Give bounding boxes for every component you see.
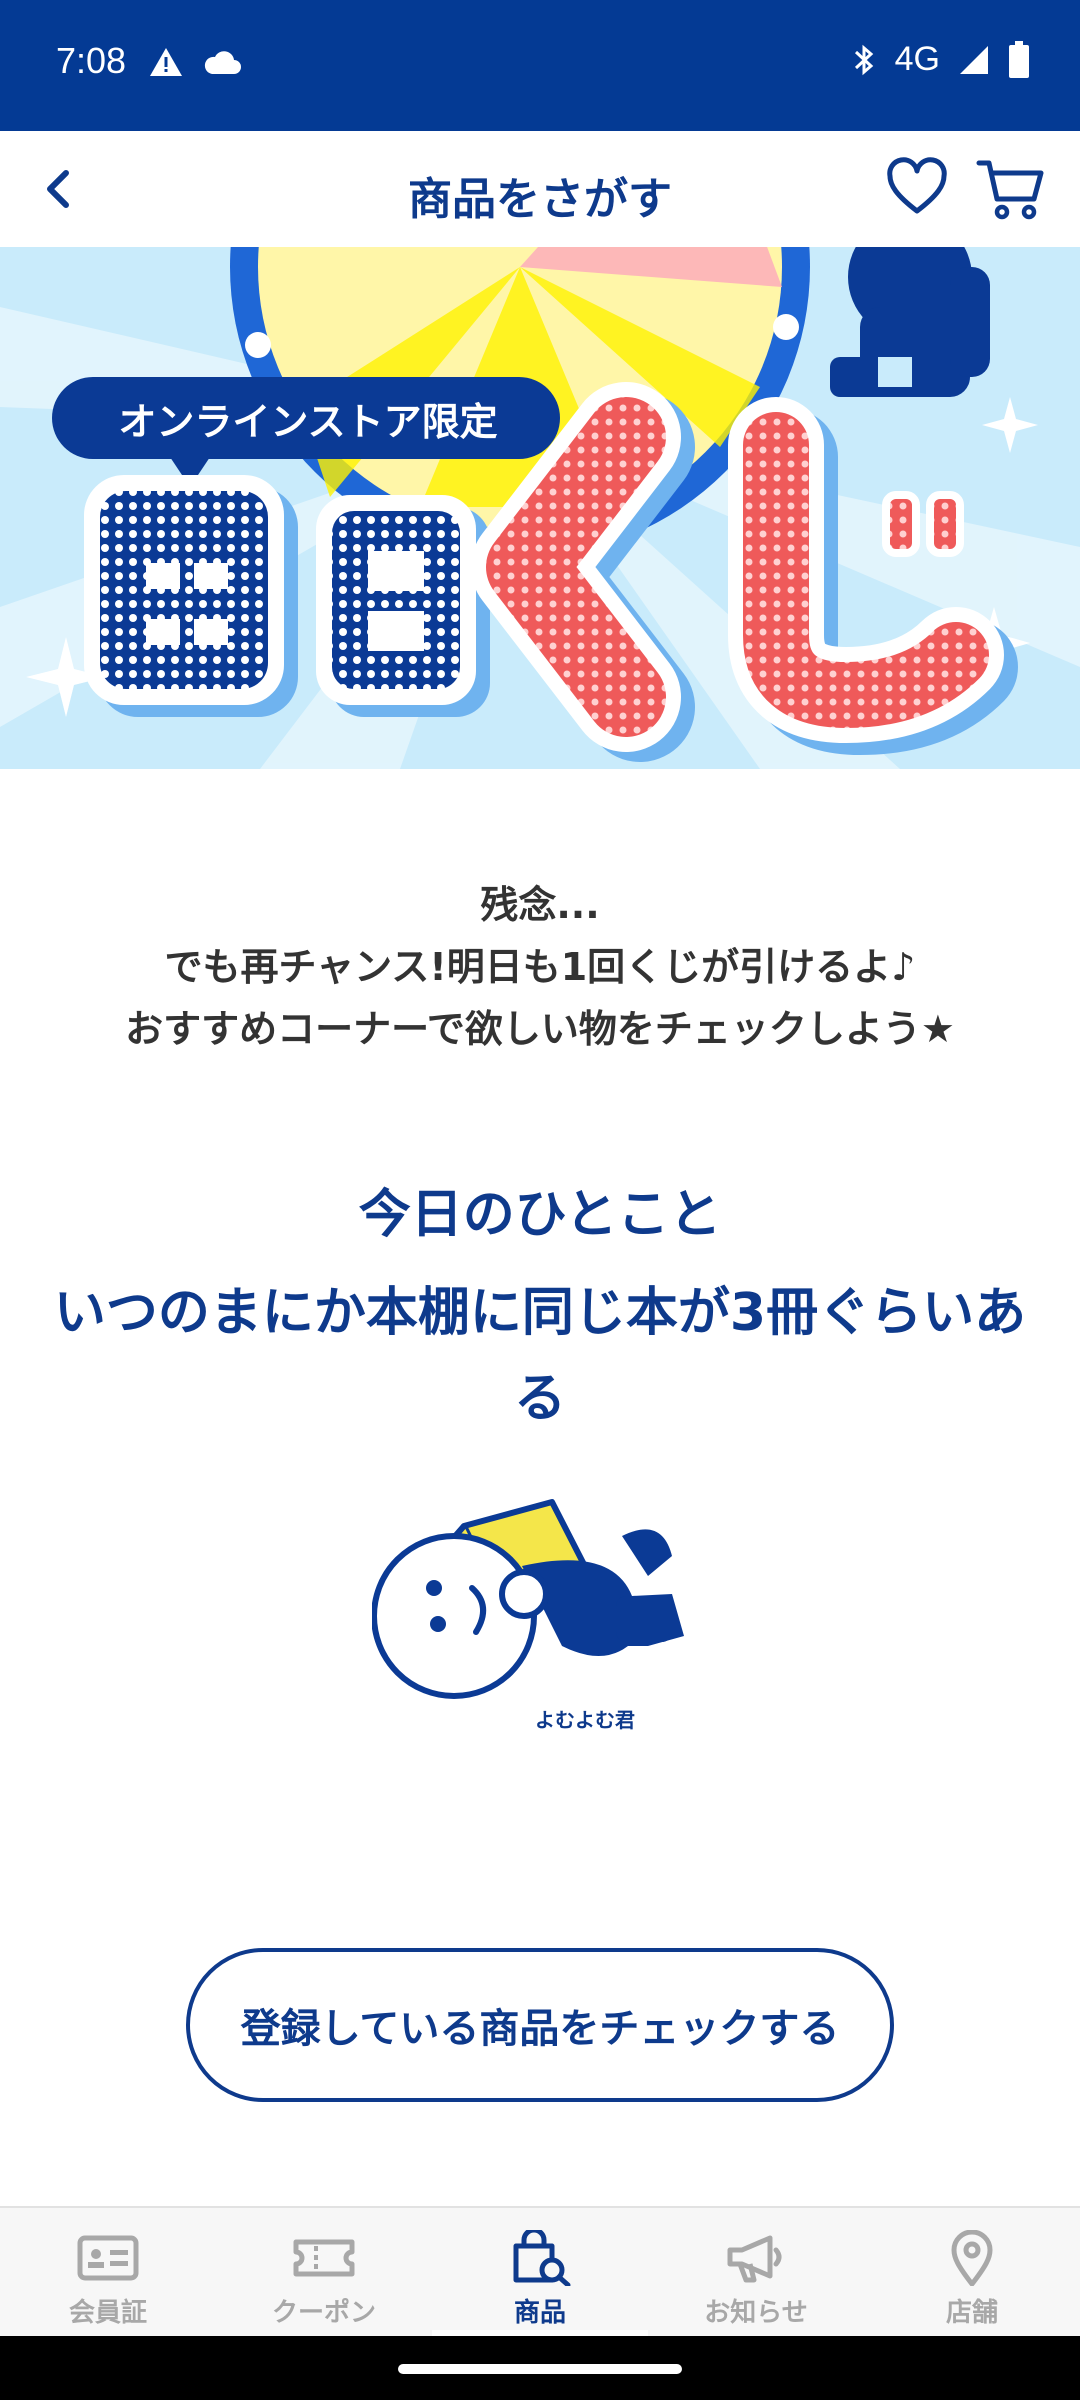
nav-item-coupon[interactable]: クーポン bbox=[216, 2208, 432, 2338]
battery-icon bbox=[1009, 40, 1029, 78]
nav-label: クーポン bbox=[271, 2298, 376, 2328]
result-line: おすすめコーナーで欲しい物をチェックしよう★ bbox=[125, 1007, 955, 1051]
bottom-nav: 会員証 クーポン 商品 お知らせ 店舗 bbox=[0, 2206, 1080, 2338]
member-card-icon bbox=[77, 2235, 139, 2281]
gesture-handle[interactable] bbox=[398, 2364, 682, 2374]
shopping-bag-search-icon bbox=[513, 2230, 571, 2286]
daily-comment-title: 今日のひとこと bbox=[358, 1185, 722, 1245]
banner-char-nichi bbox=[316, 495, 490, 717]
nav-item-member-card[interactable]: 会員証 bbox=[0, 2208, 216, 2338]
banner-char-mai bbox=[84, 475, 298, 717]
nav-item-stores[interactable]: 店舗 bbox=[864, 2208, 1080, 2338]
alert-icon bbox=[150, 48, 182, 76]
mascot-illustration bbox=[372, 1499, 684, 1699]
lottery-banner-art bbox=[0, 247, 1080, 769]
lottery-banner: オンラインストア限定 bbox=[0, 247, 1080, 769]
cloud-icon bbox=[204, 51, 241, 74]
status-time: 7:08 bbox=[56, 40, 127, 81]
bluetooth-icon bbox=[854, 44, 873, 75]
nav-label: 会員証 bbox=[68, 2298, 147, 2328]
signal-icon bbox=[960, 45, 988, 74]
status-bar: 7:08 4G bbox=[0, 0, 1080, 131]
nav-label: お知らせ bbox=[704, 2298, 808, 2328]
status-left-icons bbox=[148, 46, 242, 78]
check-registered-items-button[interactable]: 登録している商品をチェックする bbox=[186, 1948, 894, 2102]
cart-icon[interactable] bbox=[976, 157, 1046, 223]
megaphone-icon bbox=[727, 2235, 782, 2283]
coupon-icon bbox=[293, 2239, 355, 2277]
status-right: 4G bbox=[851, 40, 1030, 79]
heart-icon[interactable] bbox=[886, 157, 948, 219]
banner-pill-label: オンラインストア限定 bbox=[118, 399, 498, 444]
nav-label: 商品 bbox=[513, 2298, 566, 2328]
network-label: 4G bbox=[894, 40, 940, 78]
lottery-result-message: 残念... でも再チャンス!明日も1回くじが引けるよ♪ おすすめコーナーで欲しい… bbox=[40, 874, 1040, 1060]
nav-item-news[interactable]: お知らせ bbox=[648, 2208, 864, 2338]
mascot-caption: よむよむ君 bbox=[535, 1708, 635, 1732]
nav-label: 店舗 bbox=[945, 2298, 998, 2328]
nav-item-products[interactable]: 商品 bbox=[432, 2208, 648, 2338]
daily-comment-text: いつのまにか本棚に同じ本が3冊ぐらいある bbox=[53, 1283, 1027, 1429]
result-line: 残念... bbox=[480, 883, 600, 927]
app-header: 商品をさがす bbox=[0, 131, 1080, 249]
result-line: でも再チャンス!明日も1回くじが引けるよ♪ bbox=[164, 945, 916, 989]
location-pin-icon bbox=[951, 2230, 993, 2286]
